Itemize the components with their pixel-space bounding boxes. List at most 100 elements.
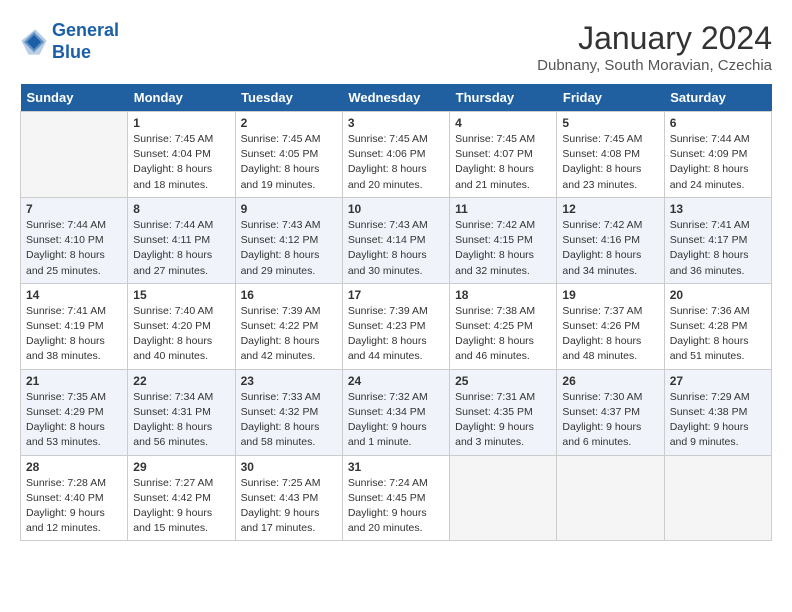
day-info: Sunrise: 7:28 AMSunset: 4:40 PMDaylight:… [26,476,122,537]
day-info: Sunrise: 7:27 AMSunset: 4:42 PMDaylight:… [133,476,229,537]
calendar-cell [21,112,128,198]
day-info: Sunrise: 7:43 AMSunset: 4:14 PMDaylight:… [348,218,444,279]
title-block: January 2024 Dubnany, South Moravian, Cz… [537,20,772,74]
day-number: 28 [26,460,122,474]
page-header: General Blue January 2024 Dubnany, South… [20,20,772,74]
calendar-week-row: 14 Sunrise: 7:41 AMSunset: 4:19 PMDayligh… [21,283,772,369]
calendar-cell: 27 Sunrise: 7:29 AMSunset: 4:38 PMDayligh… [664,369,771,455]
day-number: 1 [133,116,229,130]
day-info: Sunrise: 7:32 AMSunset: 4:34 PMDaylight:… [348,390,444,451]
day-number: 5 [562,116,658,130]
day-info: Sunrise: 7:38 AMSunset: 4:25 PMDaylight:… [455,304,551,365]
day-number: 18 [455,288,551,302]
day-number: 11 [455,202,551,216]
calendar-cell: 8Sunrise: 7:44 AMSunset: 4:11 PMDaylight… [128,197,235,283]
day-number: 31 [348,460,444,474]
day-number: 6 [670,116,766,130]
day-number: 14 [26,288,122,302]
weekday-header-sunday: Sunday [21,84,128,112]
calendar-cell: 2Sunrise: 7:45 AMSunset: 4:05 PMDaylight… [235,112,342,198]
calendar-cell: 9 Sunrise: 7:43 AMSunset: 4:12 PMDaylight… [235,197,342,283]
calendar-cell: 26Sunrise: 7:30 AMSunset: 4:37 PMDayligh… [557,369,664,455]
weekday-header-thursday: Thursday [450,84,557,112]
weekday-header-tuesday: Tuesday [235,84,342,112]
calendar-cell: 5 Sunrise: 7:45 AMSunset: 4:08 PMDaylight… [557,112,664,198]
calendar-week-row: 28 Sunrise: 7:28 AMSunset: 4:40 PMDayligh… [21,455,772,541]
calendar-week-row: 7 Sunrise: 7:44 AMSunset: 4:10 PMDaylight… [21,197,772,283]
calendar-cell: 24 Sunrise: 7:32 AMSunset: 4:34 PMDayligh… [342,369,449,455]
day-info: Sunrise: 7:42 AMSunset: 4:15 PMDaylight:… [455,218,551,279]
day-info: Sunrise: 7:45 AMSunset: 4:07 PMDaylight:… [455,132,551,193]
calendar-cell: 13 Sunrise: 7:41 AMSunset: 4:17 PMDayligh… [664,197,771,283]
calendar-table: SundayMondayTuesdayWednesdayThursdayFrid… [20,84,772,541]
day-number: 2 [241,116,337,130]
calendar-cell: 30 Sunrise: 7:25 AMSunset: 4:43 PMDayligh… [235,455,342,541]
day-info: Sunrise: 7:24 AMSunset: 4:45 PMDaylight:… [348,476,444,537]
calendar-cell: 7 Sunrise: 7:44 AMSunset: 4:10 PMDaylight… [21,197,128,283]
day-info: Sunrise: 7:42 AMSunset: 4:16 PMDaylight:… [562,218,658,279]
day-info: Sunrise: 7:39 AMSunset: 4:22 PMDaylight:… [241,304,337,365]
calendar-cell: 1 Sunrise: 7:45 AMSunset: 4:04 PMDaylight… [128,112,235,198]
day-info: Sunrise: 7:35 AMSunset: 4:29 PMDaylight:… [26,390,122,451]
day-info: Sunrise: 7:39 AMSunset: 4:23 PMDaylight:… [348,304,444,365]
calendar-cell [450,455,557,541]
day-info: Sunrise: 7:45 AMSunset: 4:04 PMDaylight:… [133,132,229,193]
day-info: Sunrise: 7:34 AMSunset: 4:31 PMDaylight:… [133,390,229,451]
logo-text-general: General [52,20,119,42]
day-info: Sunrise: 7:41 AMSunset: 4:19 PMDaylight:… [26,304,122,365]
calendar-cell: 14 Sunrise: 7:41 AMSunset: 4:19 PMDayligh… [21,283,128,369]
weekday-header-saturday: Saturday [664,84,771,112]
day-info: Sunrise: 7:45 AMSunset: 4:08 PMDaylight:… [562,132,658,193]
calendar-cell: 23 Sunrise: 7:33 AMSunset: 4:32 PMDayligh… [235,369,342,455]
day-number: 7 [26,202,122,216]
day-number: 19 [562,288,658,302]
day-number: 15 [133,288,229,302]
day-number: 17 [348,288,444,302]
day-number: 9 [241,202,337,216]
calendar-cell [557,455,664,541]
calendar-week-row: 21 Sunrise: 7:35 AMSunset: 4:29 PMDayligh… [21,369,772,455]
logo: General Blue [20,20,119,63]
day-info: Sunrise: 7:37 AMSunset: 4:26 PMDaylight:… [562,304,658,365]
calendar-cell: 25Sunrise: 7:31 AMSunset: 4:35 PMDayligh… [450,369,557,455]
day-number: 23 [241,374,337,388]
calendar-cell: 19 Sunrise: 7:37 AMSunset: 4:26 PMDayligh… [557,283,664,369]
day-number: 3 [348,116,444,130]
day-info: Sunrise: 7:45 AMSunset: 4:06 PMDaylight:… [348,132,444,193]
calendar-cell: 10 Sunrise: 7:43 AMSunset: 4:14 PMDayligh… [342,197,449,283]
day-info: Sunrise: 7:43 AMSunset: 4:12 PMDaylight:… [241,218,337,279]
calendar-cell: 12Sunrise: 7:42 AMSunset: 4:16 PMDayligh… [557,197,664,283]
day-number: 10 [348,202,444,216]
calendar-cell: 28 Sunrise: 7:28 AMSunset: 4:40 PMDayligh… [21,455,128,541]
day-info: Sunrise: 7:44 AMSunset: 4:11 PMDaylight:… [133,218,229,279]
weekday-header-monday: Monday [128,84,235,112]
day-info: Sunrise: 7:25 AMSunset: 4:43 PMDaylight:… [241,476,337,537]
day-number: 27 [670,374,766,388]
calendar-cell: 21 Sunrise: 7:35 AMSunset: 4:29 PMDayligh… [21,369,128,455]
calendar-cell: 17 Sunrise: 7:39 AMSunset: 4:23 PMDayligh… [342,283,449,369]
day-number: 24 [348,374,444,388]
day-info: Sunrise: 7:44 AMSunset: 4:09 PMDaylight:… [670,132,766,193]
calendar-cell [664,455,771,541]
calendar-cell: 20Sunrise: 7:36 AMSunset: 4:28 PMDayligh… [664,283,771,369]
day-number: 25 [455,374,551,388]
day-number: 30 [241,460,337,474]
day-info: Sunrise: 7:44 AMSunset: 4:10 PMDaylight:… [26,218,122,279]
day-info: Sunrise: 7:29 AMSunset: 4:38 PMDaylight:… [670,390,766,451]
calendar-cell: 22Sunrise: 7:34 AMSunset: 4:31 PMDayligh… [128,369,235,455]
calendar-cell: 15Sunrise: 7:40 AMSunset: 4:20 PMDayligh… [128,283,235,369]
weekday-header-row: SundayMondayTuesdayWednesdayThursdayFrid… [21,84,772,112]
calendar-cell: 4 Sunrise: 7:45 AMSunset: 4:07 PMDaylight… [450,112,557,198]
weekday-header-wednesday: Wednesday [342,84,449,112]
calendar-cell: 29 Sunrise: 7:27 AMSunset: 4:42 PMDayligh… [128,455,235,541]
day-info: Sunrise: 7:33 AMSunset: 4:32 PMDaylight:… [241,390,337,451]
calendar-week-row: 1 Sunrise: 7:45 AMSunset: 4:04 PMDaylight… [21,112,772,198]
day-number: 4 [455,116,551,130]
calendar-cell: 11 Sunrise: 7:42 AMSunset: 4:15 PMDayligh… [450,197,557,283]
day-info: Sunrise: 7:41 AMSunset: 4:17 PMDaylight:… [670,218,766,279]
day-number: 29 [133,460,229,474]
day-number: 21 [26,374,122,388]
day-number: 16 [241,288,337,302]
day-number: 13 [670,202,766,216]
calendar-cell: 18 Sunrise: 7:38 AMSunset: 4:25 PMDayligh… [450,283,557,369]
